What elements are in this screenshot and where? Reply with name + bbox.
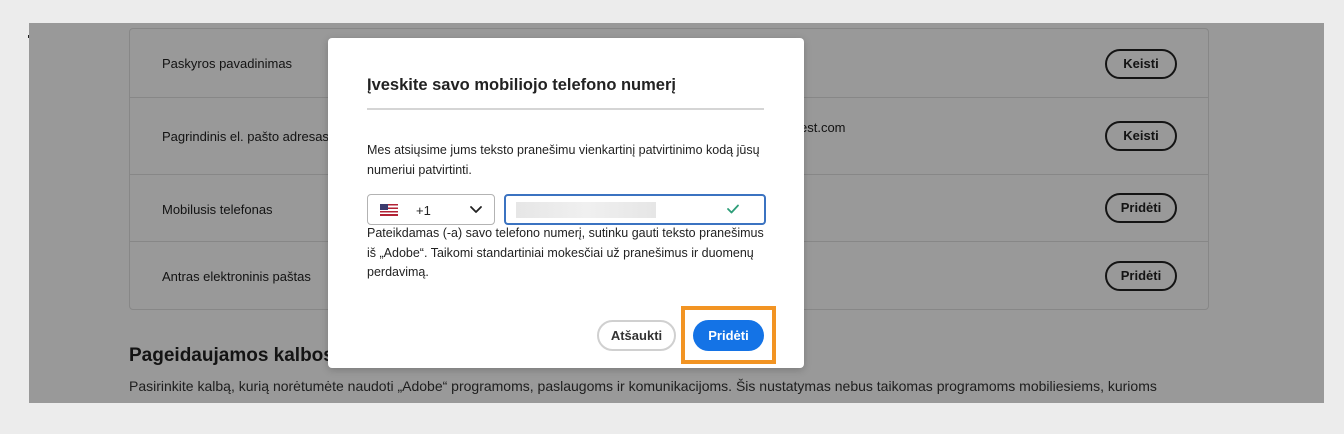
dialog-title: Įveskite savo mobiliojo telefono numerį: [367, 76, 676, 94]
dialog-divider: [367, 108, 764, 110]
dialog-description: Mes atsiųsime jums teksto pranešimu vien…: [367, 143, 760, 177]
checkmark-icon: [727, 204, 739, 214]
page-frame: Paskyros pavadinimas Keisti Pagrindinis …: [29, 23, 1324, 403]
phone-number-input[interactable]: [504, 194, 766, 225]
sms-consent-text: Pateikdamas (-a) savo telefono numerį, s…: [367, 226, 764, 279]
us-flag-icon: [380, 204, 398, 216]
country-code-select[interactable]: +1: [367, 194, 495, 225]
redacted-phone-number: [516, 202, 656, 218]
country-code-value: +1: [416, 203, 431, 218]
highlight-box: [681, 306, 776, 364]
cancel-button[interactable]: Atšaukti: [597, 320, 676, 351]
chevron-down-icon: [470, 206, 482, 213]
